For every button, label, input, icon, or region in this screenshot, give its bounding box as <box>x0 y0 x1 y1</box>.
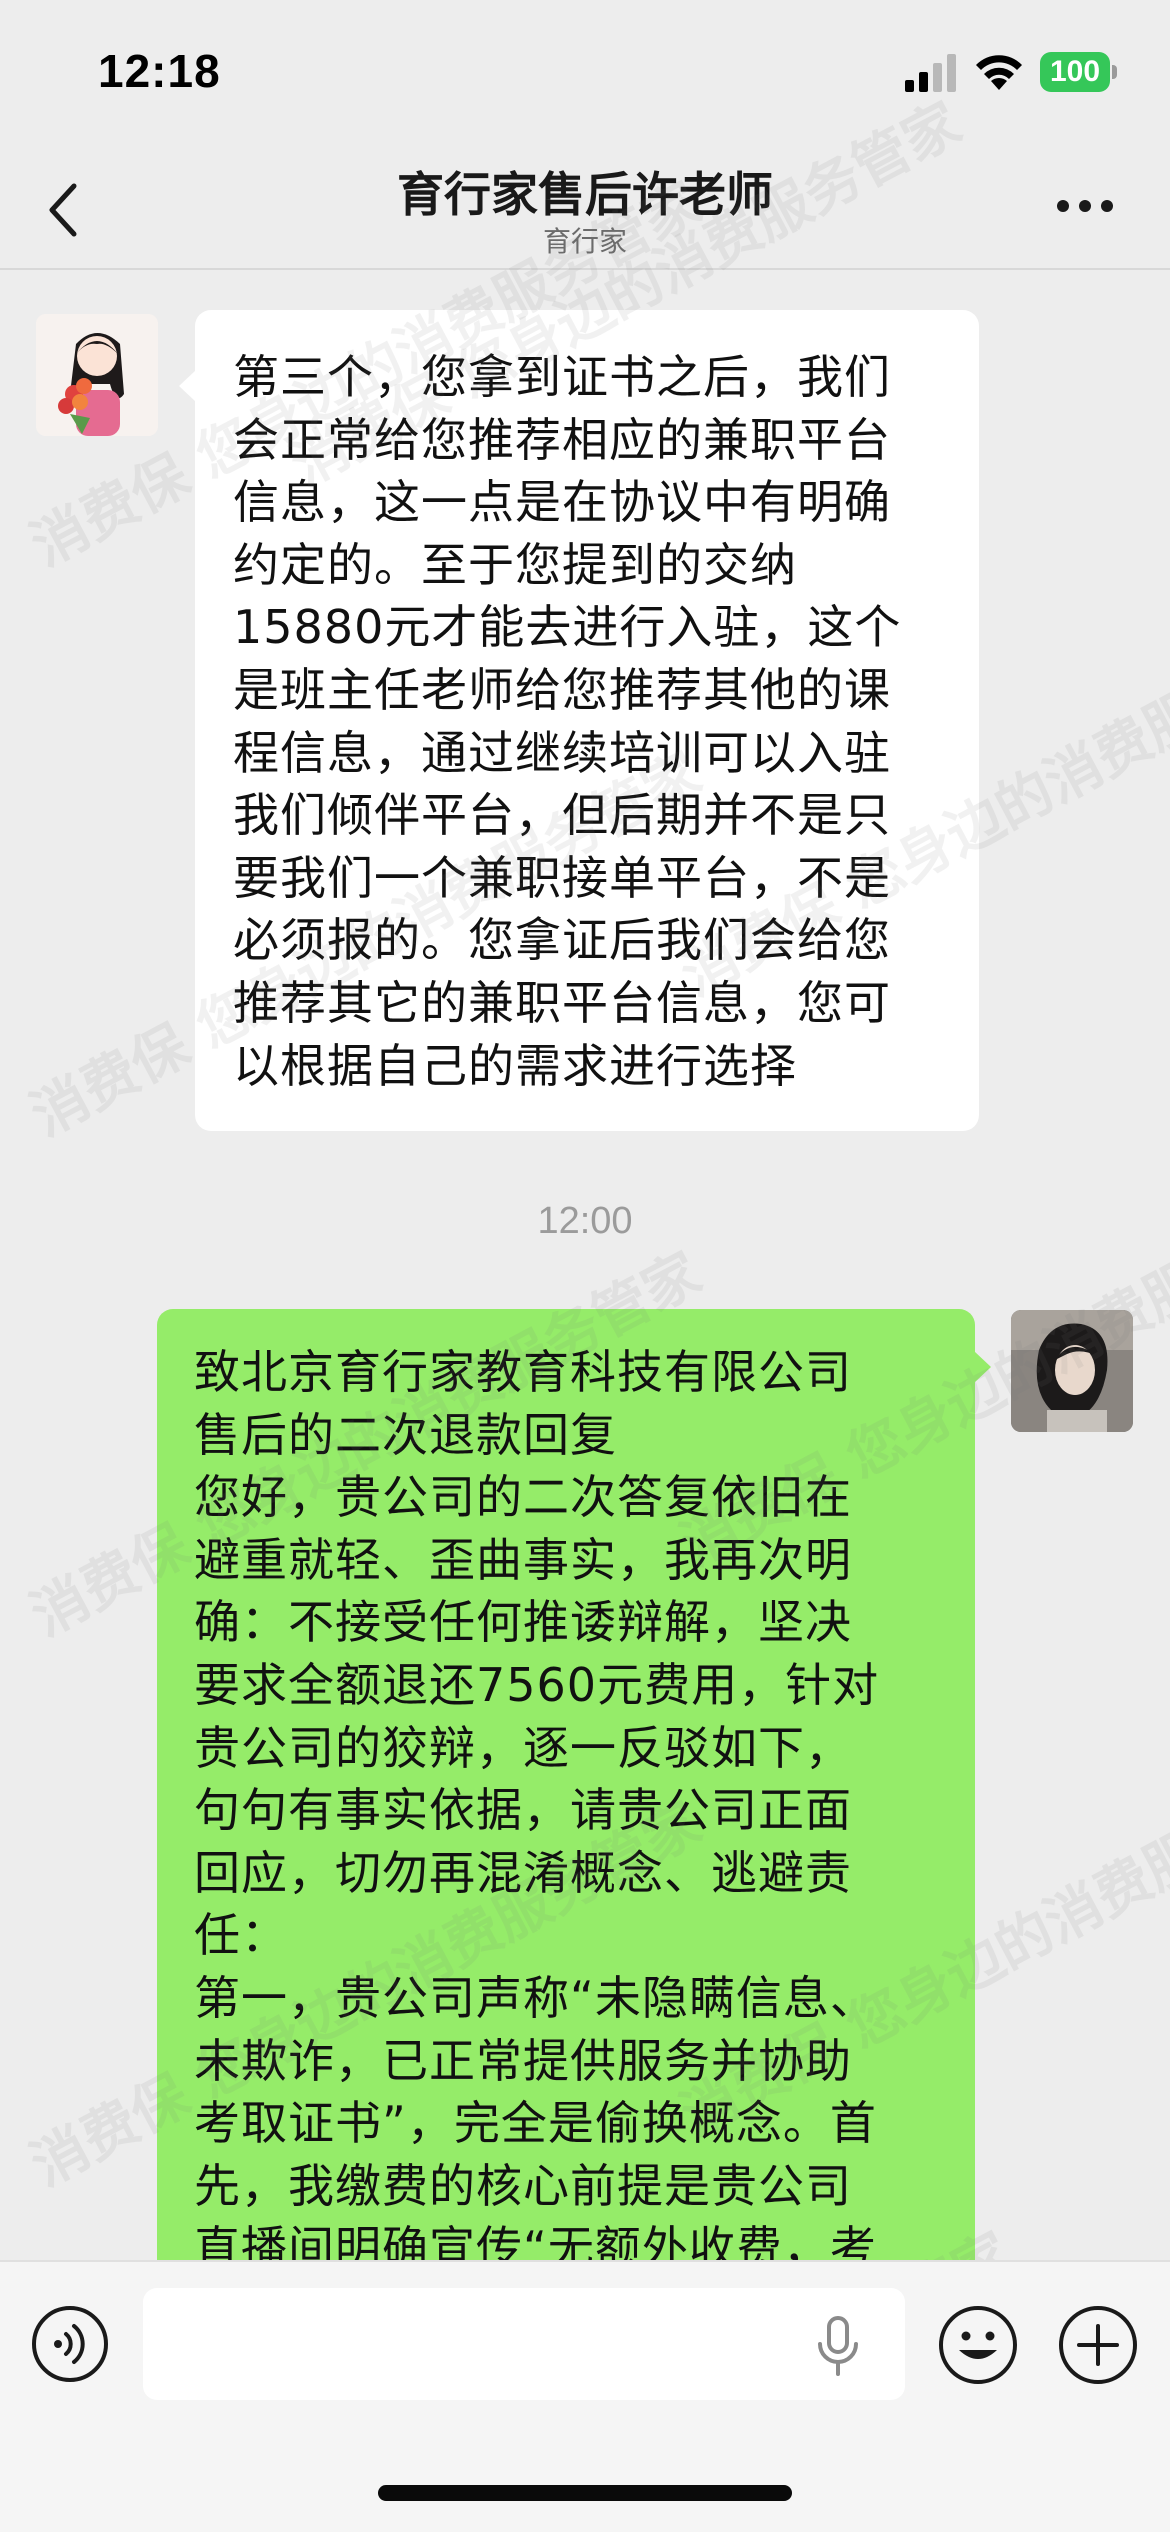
more-dots-icon[interactable] <box>1056 198 1114 214</box>
outgoing-message-line: 您好，贵公司的二次答复依旧在 <box>194 1470 852 1525</box>
incoming-message-line: 推荐其它的兼职平台信息，您可 <box>233 975 891 1030</box>
user-avatar[interactable] <box>1011 1310 1133 1432</box>
outgoing-message-line: 任： <box>194 1908 288 1963</box>
incoming-message-line: 要我们一个兼职接单平台，不是 <box>233 850 891 905</box>
chat-title: 育行家售后许老师 <box>397 168 773 223</box>
chat-area[interactable]: 第三个，您拿到证书之后，我们 会正常给您推荐相应的兼职平台 信息，这一点是在协议… <box>0 270 1170 2260</box>
user-photo-avatar-icon <box>1011 1310 1133 1432</box>
chat-header: 育行家售后许老师 育行家 <box>0 150 1170 270</box>
outgoing-message-line: 未欺诈，已正常提供服务并协助 <box>194 2033 852 2088</box>
chat-subtitle: 育行家 <box>542 225 627 258</box>
incoming-message-line: 第三个，您拿到证书之后，我们 <box>233 350 891 404</box>
message-input[interactable] <box>143 2288 905 2400</box>
contact-avatar[interactable] <box>36 314 158 436</box>
outgoing-message-line: 贵公司的狡辩，逐一反驳如下， <box>194 1720 852 1775</box>
incoming-message-line: 以根据自己的需求进行选择 <box>233 1038 797 1093</box>
incoming-message-line: 是班主任老师给您推荐其他的课 <box>233 662 891 717</box>
incoming-message-line: 程信息，通过继续培训可以入驻 <box>233 725 891 780</box>
wifi-icon <box>976 55 1022 90</box>
outgoing-message-line: 致北京育行家教育科技有限公司 <box>194 1345 852 1399</box>
outgoing-message-line: 确：不接受任何推诿辩解，坚决 <box>194 1595 852 1650</box>
incoming-message-line: 约定的。至于您提到的交纳 <box>233 537 797 592</box>
incoming-message-line: 信息，这一点是在协议中有明确 <box>233 475 891 530</box>
status-bar: 12:18 100 <box>0 0 1170 150</box>
battery-tip <box>1112 65 1117 79</box>
message-timestamp: 12:00 <box>537 1200 633 1242</box>
outgoing-message-bubble[interactable]: 致北京育行家教育科技有限公司 售后的二次退款回复 您好，贵公司的二次答复依旧在 … <box>157 1309 991 2260</box>
battery-level: 100 <box>1040 52 1110 92</box>
home-indicator[interactable] <box>378 2485 792 2501</box>
girl-with-flowers-avatar-icon <box>36 314 158 436</box>
outgoing-message-line: 售后的二次退款回复 <box>194 1407 617 1462</box>
outgoing-message-line: 要求全额退还7560元费用，针对 <box>194 1657 880 1712</box>
incoming-message-line: 必须报的。您拿证后我们会给您 <box>233 913 891 968</box>
incoming-message-bubble[interactable]: 第三个，您拿到证书之后，我们 会正常给您推荐相应的兼职平台 信息，这一点是在协议… <box>179 310 979 1132</box>
microphone-icon[interactable] <box>814 2314 862 2378</box>
status-time: 12:18 <box>98 45 221 97</box>
outgoing-message-line: 避重就轻、歪曲事实，我再次明 <box>194 1532 852 1587</box>
outgoing-message-line: 第一，贵公司声称“未隐瞒信息、 <box>194 1970 877 2025</box>
incoming-message-line: 我们倾伴平台，但后期并不是只 <box>233 788 891 843</box>
incoming-message-line: 15880元才能去进行入驻，这个 <box>233 600 902 655</box>
emoji-icon[interactable] <box>937 2304 1019 2386</box>
outgoing-message-line: 考取证书”，完全是偷换概念。首 <box>194 2096 877 2151</box>
plus-icon[interactable] <box>1057 2304 1139 2386</box>
chevron-left-icon[interactable] <box>44 178 84 242</box>
outgoing-message-line: 直播间明确宣传“无额外收费，考 <box>194 2221 877 2260</box>
voice-icon[interactable] <box>30 2304 110 2384</box>
battery-indicator: 100 <box>1040 52 1118 92</box>
message-input-bar <box>0 2260 1170 2532</box>
outgoing-message-line: 回应，切勿再混淆概念、逃避责 <box>194 1845 852 1900</box>
incoming-message-line: 会正常给您推荐相应的兼职平台 <box>233 412 891 467</box>
cellular-signal-icon <box>905 54 956 92</box>
outgoing-message-line: 先，我缴费的核心前提是贵公司 <box>194 2158 852 2213</box>
outgoing-message-line: 句句有事实依据，请贵公司正面 <box>194 1783 852 1838</box>
